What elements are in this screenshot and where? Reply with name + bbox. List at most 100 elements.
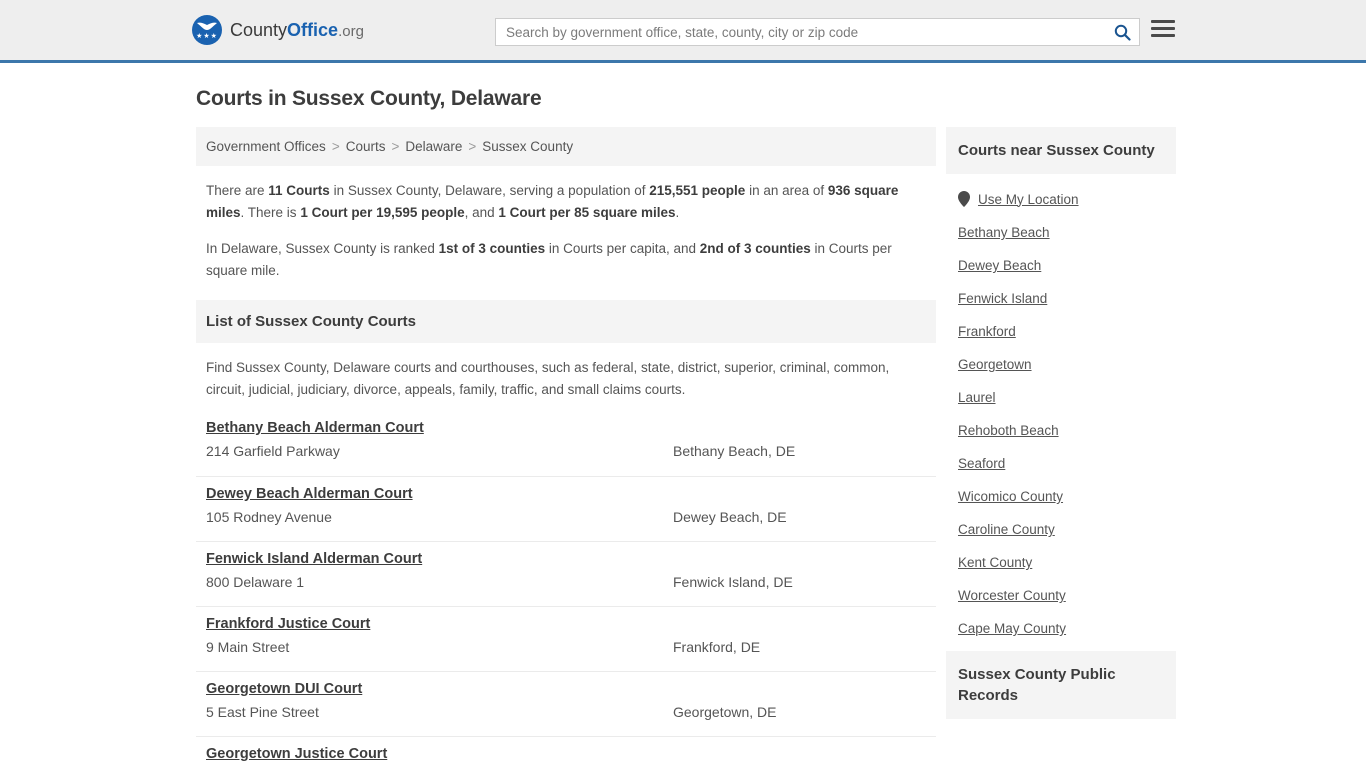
court-name-link[interactable]: Bethany Beach Alderman Court: [206, 420, 424, 436]
sidebar-link-label[interactable]: Bethany Beach: [958, 225, 1050, 240]
sidebar-item-fenwick-island[interactable]: Fenwick Island: [946, 282, 1176, 315]
search-input[interactable]: [496, 19, 1105, 45]
sidebar-item-rehoboth-beach[interactable]: Rehoboth Beach: [946, 414, 1176, 447]
list-section-description: Find Sussex County, Delaware courts and …: [206, 360, 890, 397]
statistics-paragraph-2: In Delaware, Sussex County is ranked 1st…: [206, 238, 926, 282]
sidebar-item-wicomico-county[interactable]: Wicomico County: [946, 480, 1176, 513]
sidebar-heading-nearby: Courts near Sussex County: [946, 127, 1176, 174]
sidebar-item-seaford[interactable]: Seaford: [946, 447, 1176, 480]
sidebar-item-worcester-county[interactable]: Worcester County: [946, 579, 1176, 612]
sidebar-link-label[interactable]: Caroline County: [958, 522, 1055, 537]
court-address: 105 Rodney Avenue: [206, 509, 332, 525]
stat-text: . There is: [240, 205, 301, 220]
table-row: Bethany Beach Alderman Court 214 Garfiel…: [196, 411, 936, 476]
sidebar-link-label[interactable]: Dewey Beach: [958, 258, 1041, 273]
breadcrumb-separator: >: [468, 139, 477, 154]
breadcrumb-item-delaware[interactable]: Delaware: [405, 139, 462, 154]
stat-text: In Delaware, Sussex County is ranked: [206, 241, 439, 256]
logo-wordmark: CountyOffice.org: [230, 20, 364, 41]
main-column: Government Offices > Courts > Delaware > Susse…: [196, 127, 936, 768]
hamburger-bar: [1151, 34, 1175, 37]
stat-text: , and: [464, 205, 499, 220]
stat-text: in Courts per capita, and: [545, 241, 700, 256]
hamburger-bar: [1151, 27, 1175, 30]
page-container: Courts in Sussex County, Delaware Govern…: [0, 87, 1366, 768]
court-address: 5 East Pine Street: [206, 704, 319, 720]
table-row: Dewey Beach Alderman Court 105 Rodney Av…: [196, 476, 936, 541]
stat-text: There are: [206, 183, 269, 198]
eagle-wing-icon: [197, 22, 217, 30]
sidebar-item-bethany-beach[interactable]: Bethany Beach: [946, 216, 1176, 249]
sidebar-item-laurel[interactable]: Laurel: [946, 381, 1176, 414]
sidebar-link-label[interactable]: Use My Location: [978, 192, 1079, 207]
table-row: Frankford Justice Court 9 Main Street Fr…: [196, 606, 936, 671]
statistics-paragraph-1: There are 11 Courts in Sussex County, De…: [206, 180, 926, 224]
court-address: 9 Main Street: [206, 639, 290, 655]
sidebar-item-cape-may-county[interactable]: Cape May County: [946, 612, 1176, 645]
logo-text-office: Office: [287, 19, 339, 40]
sidebar-heading-public-records: Sussex County Public Records: [946, 651, 1176, 719]
stat-rank-per-area: 2nd of 3 counties: [699, 241, 811, 256]
court-list: Bethany Beach Alderman Court 214 Garfiel…: [196, 411, 936, 768]
court-detail-line: 5 East Pine Street Georgetown, DE: [206, 704, 926, 720]
table-row: Fenwick Island Alderman Court 800 Delawa…: [196, 541, 936, 606]
statistics-section: There are 11 Courts in Sussex County, De…: [196, 166, 936, 300]
search-bar[interactable]: [495, 18, 1140, 46]
court-name-link[interactable]: Georgetown Justice Court: [206, 746, 387, 762]
court-name-link[interactable]: Frankford Justice Court: [206, 616, 370, 632]
table-row: Georgetown DUI Court 5 East Pine Street …: [196, 671, 936, 736]
court-detail-line: 9 Main Street Frankford, DE: [206, 639, 926, 655]
sidebar: Courts near Sussex County Use My Locatio…: [946, 127, 1176, 719]
sidebar-item-frankford[interactable]: Frankford: [946, 315, 1176, 348]
list-section-heading: List of Sussex County Courts: [196, 300, 936, 343]
court-detail-line: 800 Delaware 1 Fenwick Island, DE: [206, 574, 926, 590]
sidebar-link-label[interactable]: Rehoboth Beach: [958, 423, 1059, 438]
sidebar-item-dewey-beach[interactable]: Dewey Beach: [946, 249, 1176, 282]
court-detail-line: 214 Garfield Parkway Bethany Beach, DE: [206, 443, 926, 459]
court-address: 800 Delaware 1: [206, 574, 305, 590]
sidebar-item-caroline-county[interactable]: Caroline County: [946, 513, 1176, 546]
breadcrumb: Government Offices > Courts > Delaware > Susse…: [196, 127, 936, 166]
hamburger-bar: [1151, 20, 1175, 23]
sidebar-link-label[interactable]: Seaford: [958, 456, 1005, 471]
court-detail-line: 105 Rodney Avenue Dewey Beach, DE: [206, 509, 926, 525]
court-city: Frankford, DE: [673, 639, 761, 655]
sidebar-link-label[interactable]: Georgetown: [958, 357, 1032, 372]
search-icon: [1114, 24, 1131, 41]
sidebar-link-label[interactable]: Worcester County: [958, 588, 1066, 603]
stat-rank-per-capita: 1st of 3 counties: [438, 241, 546, 256]
sidebar-link-label[interactable]: Laurel: [958, 390, 996, 405]
sidebar-link-label[interactable]: Cape May County: [958, 621, 1066, 636]
sidebar-nearby-list: Use My Location Bethany Beach Dewey Beac…: [946, 174, 1176, 651]
sidebar-item-georgetown[interactable]: Georgetown: [946, 348, 1176, 381]
court-city: Dewey Beach, DE: [673, 509, 787, 525]
content-columns: Government Offices > Courts > Delaware > Susse…: [196, 127, 1176, 768]
site-logo[interactable]: ★★★ CountyOffice.org: [192, 15, 364, 45]
breadcrumb-item-courts[interactable]: Courts: [346, 139, 386, 154]
table-row: Georgetown Justice Court 23730 Shortly R…: [196, 736, 936, 768]
breadcrumb-item-sussex-county[interactable]: Sussex County: [482, 139, 573, 154]
court-address: 214 Garfield Parkway: [206, 443, 340, 459]
logo-text-org: .org: [338, 22, 364, 40]
sidebar-link-label[interactable]: Fenwick Island: [958, 291, 1047, 306]
search-button[interactable]: [1105, 19, 1139, 45]
sidebar-link-label[interactable]: Frankford: [958, 324, 1016, 339]
stat-population: 215,551 people: [649, 183, 746, 198]
sidebar-link-label[interactable]: Wicomico County: [958, 489, 1063, 504]
court-name-link[interactable]: Georgetown DUI Court: [206, 681, 362, 697]
eagle-badge-icon: ★★★: [192, 15, 222, 45]
court-city: Fenwick Island, DE: [673, 574, 793, 590]
breadcrumb-separator: >: [391, 139, 400, 154]
map-pin-icon: [958, 191, 970, 207]
sidebar-link-label[interactable]: Kent County: [958, 555, 1032, 570]
sidebar-item-use-my-location[interactable]: Use My Location: [946, 182, 1176, 216]
badge-stars: ★★★: [196, 33, 218, 40]
sidebar-item-kent-county[interactable]: Kent County: [946, 546, 1176, 579]
stat-text: .: [675, 205, 680, 220]
hamburger-menu-icon[interactable]: [1151, 20, 1175, 37]
court-name-link[interactable]: Fenwick Island Alderman Court: [206, 551, 422, 567]
breadcrumb-item-government-offices[interactable]: Government Offices: [206, 139, 326, 154]
stat-text: in an area of: [745, 183, 828, 198]
logo-text-county: County: [230, 19, 288, 40]
court-name-link[interactable]: Dewey Beach Alderman Court: [206, 486, 413, 502]
